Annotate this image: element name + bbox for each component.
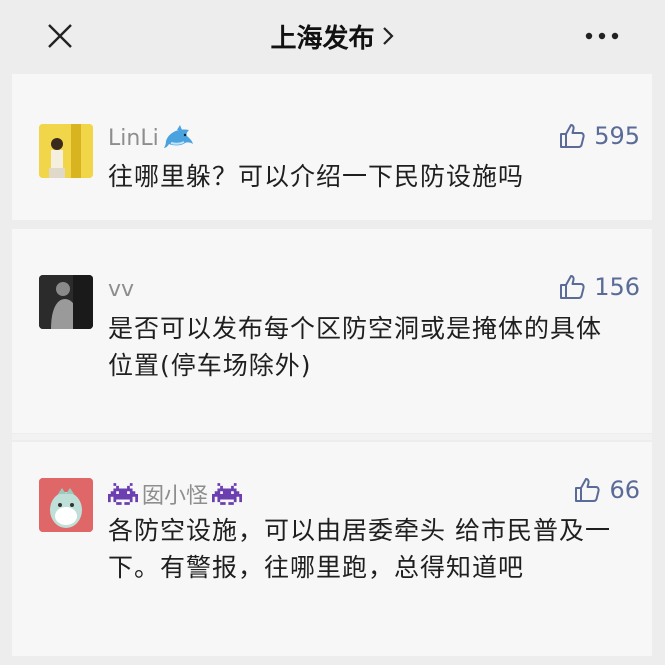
avatar-image <box>39 478 93 532</box>
comment-text: 各防空设施，可以由居委牵头 给市民普及一下。有警报，往哪里跑，总得知道吧 <box>108 516 611 582</box>
close-icon <box>48 24 72 48</box>
comment-username[interactable]: 囡小怪 <box>108 478 243 510</box>
thumbs-up-icon <box>560 124 585 148</box>
space-invader-emoji-icon <box>212 483 243 505</box>
avatar-image <box>39 124 93 178</box>
top-bar: 上海发布 <box>0 0 665 72</box>
avatar[interactable] <box>39 124 93 178</box>
avatar[interactable] <box>39 478 93 532</box>
comment-card: vv 156 是否可以发布每个区防空洞或是掩体的具体位置(停车场除外) <box>12 229 652 433</box>
chevron-right-icon <box>382 27 394 45</box>
thumbs-up-icon <box>560 275 585 299</box>
space-invader-emoji-icon <box>108 483 138 505</box>
page-title: 上海发布 <box>270 23 375 54</box>
comment-username[interactable]: vv <box>108 277 134 302</box>
avatar-image <box>39 275 93 329</box>
like-count: 66 <box>609 476 640 504</box>
scroll-divider <box>12 434 652 440</box>
like-button[interactable]: 156 <box>558 273 640 301</box>
like-count: 156 <box>594 273 640 301</box>
account-title-link[interactable]: 上海发布 <box>270 18 394 55</box>
comment-card: 囡小怪 66 各防空设施，可以由居委牵头 给市民普及一下。有警报，往哪里跑，总得… <box>12 442 652 656</box>
comment-username[interactable]: LinLi <box>108 124 195 152</box>
more-button[interactable] <box>577 20 627 52</box>
comment-card: LinLi 595 往哪里躲？可以介绍一下民防设施吗 <box>12 74 652 220</box>
dolphin-emoji-icon <box>163 125 193 148</box>
thumbs-up-icon <box>575 478 601 502</box>
close-button[interactable] <box>40 18 80 54</box>
comment-text: 是否可以发布每个区防空洞或是掩体的具体位置(停车场除外) <box>108 314 603 380</box>
comment-text: 往哪里躲？可以介绍一下民防设施吗 <box>108 162 525 191</box>
like-button[interactable]: 595 <box>558 122 640 150</box>
like-count: 595 <box>594 122 640 150</box>
avatar[interactable] <box>39 275 93 329</box>
like-button[interactable]: 66 <box>573 476 640 504</box>
more-icon <box>585 32 619 40</box>
